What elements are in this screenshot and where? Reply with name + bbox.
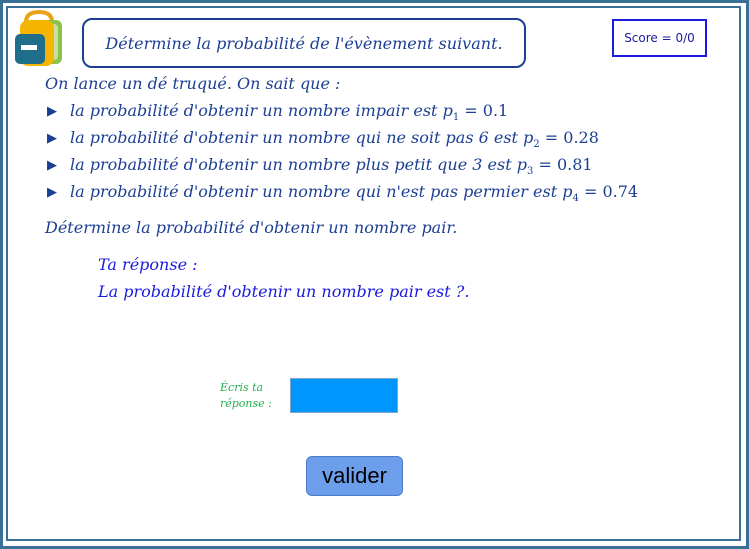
triangle-right-icon: ▶ <box>47 131 57 146</box>
condition-item: la probabilité d'obtenir un nombre qui n… <box>70 128 599 151</box>
validate-button[interactable]: valider <box>306 456 403 496</box>
answer-sentence: La probabilité d'obtenir un nombre pair … <box>98 282 470 301</box>
score-text: Score = 0/0 <box>624 31 695 45</box>
backpack-icon <box>15 10 62 66</box>
score-badge: Score = 0/0 <box>612 19 707 57</box>
answer-input[interactable] <box>290 378 398 413</box>
problem-question: Détermine la probabilité d'obtenir un no… <box>45 218 458 237</box>
triangle-right-icon: ▶ <box>47 158 57 173</box>
problem-intro: On lance un dé truqué. On sait que : <box>45 74 341 93</box>
condition-item: la probabilité d'obtenir un nombre qui n… <box>70 182 639 205</box>
instruction-title: Détermine la probabilité de l'évènement … <box>82 18 526 68</box>
answer-heading: Ta réponse : <box>98 255 198 274</box>
triangle-right-icon: ▶ <box>47 185 57 200</box>
answer-input-label: Écris ta réponse : <box>220 381 272 410</box>
condition-item: la probabilité d'obtenir un nombre plus … <box>70 155 593 178</box>
title-text: Détermine la probabilité de l'évènement … <box>105 33 503 53</box>
triangle-right-icon: ▶ <box>47 104 57 119</box>
condition-item: la probabilité d'obtenir un nombre impai… <box>70 101 509 124</box>
